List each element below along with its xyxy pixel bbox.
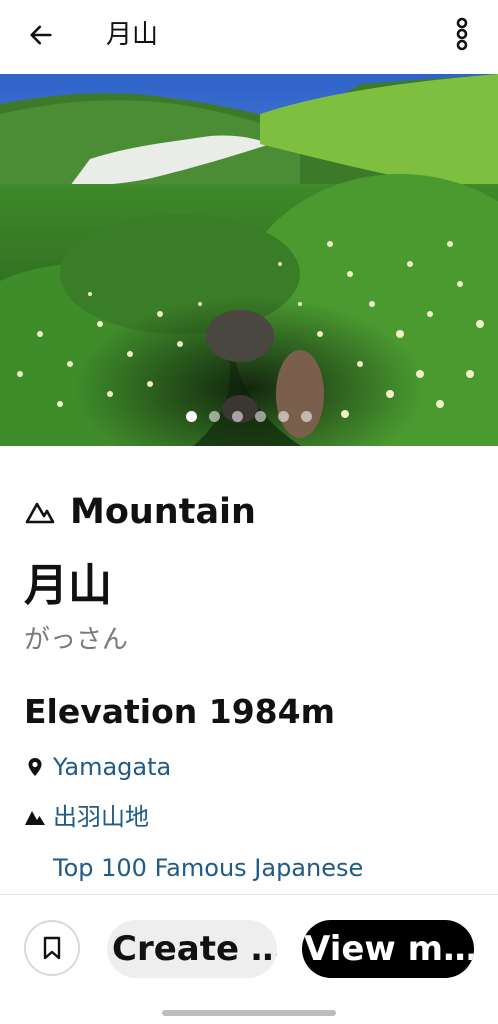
arrow-left-icon [30,25,52,45]
home-indicator[interactable] [162,1010,336,1016]
mountain-outline-icon [25,502,55,524]
more-options-button[interactable] [446,14,478,54]
famous-list-link[interactable]: Top 100 Famous Japanese [53,851,363,885]
page-title: 月山 [106,20,159,50]
carousel-dot[interactable] [255,411,266,422]
mountain-reading: がっさん [24,625,129,655]
famous-list-link-label[interactable]: Top 100 Famous Japanese [53,851,363,885]
carousel-dot[interactable] [301,411,312,422]
prefecture-link[interactable]: Yamagata [24,750,171,784]
view-more-button[interactable]: View m… [302,920,474,978]
prefecture-link-label[interactable]: Yamagata [53,750,171,784]
create-button[interactable]: Create … [107,920,277,978]
bottom-action-bar: Create … View m… [0,894,498,1024]
carousel-dot[interactable] [278,411,289,422]
back-button[interactable] [22,16,60,54]
category-label: Mountain [70,492,256,532]
category-row: Mountain [24,490,256,534]
mountain-name: 月山 [24,560,112,611]
carousel-dot[interactable] [209,411,220,422]
mountain-photo [0,74,498,446]
top-app-bar: 月山 [0,0,498,72]
more-vertical-icon [456,17,468,51]
mountain-filled-icon [24,806,46,828]
carousel-dot[interactable] [186,411,197,422]
create-button-label: Create … [112,929,277,969]
elevation-text: Elevation 1984m [24,692,335,731]
bookmark-icon [43,936,61,960]
mountain-range-link[interactable]: 出羽山地 [24,800,149,834]
carousel-dot[interactable] [232,411,243,422]
view-more-button-label: View m… [304,929,474,969]
mountain-range-link-label[interactable]: 出羽山地 [53,800,149,834]
mountain-detail-screen: 月山 Mountain 月山 がっさん Elevation 1984m Yama… [0,0,498,1024]
carousel-indicator [0,411,498,422]
photo-carousel[interactable] [0,74,498,446]
location-pin-icon [24,756,46,778]
bookmark-button[interactable] [24,920,80,976]
